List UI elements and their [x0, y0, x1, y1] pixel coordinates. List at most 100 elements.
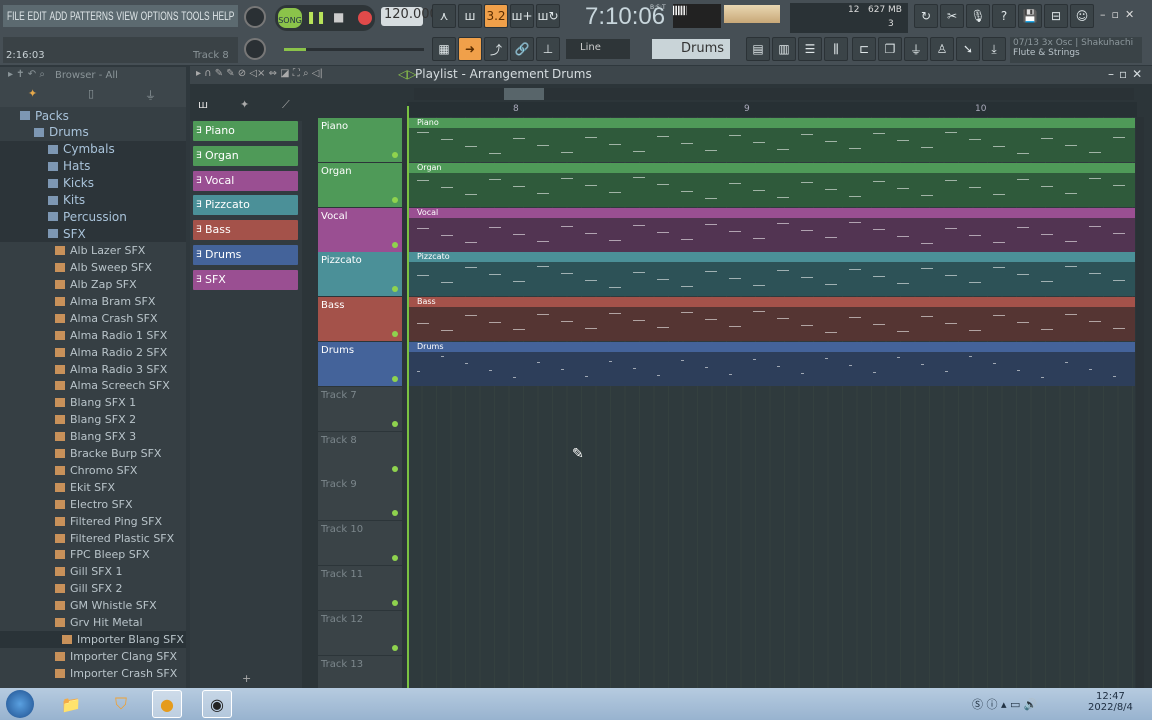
browser-item[interactable]: Chromo SFX — [0, 462, 186, 479]
pattern-clip[interactable]: Drums — [407, 342, 1135, 386]
plugin-db-icon[interactable]: ⏚ — [145, 87, 156, 103]
track-mute-led[interactable] — [392, 331, 398, 338]
piano-roll-mode-icon[interactable]: ш — [198, 98, 208, 111]
browser-item[interactable]: Electro SFX — [0, 496, 186, 513]
mixer-icon[interactable]: ⫼ — [824, 37, 848, 61]
tempo-field[interactable]: 120.000 — [381, 7, 438, 26]
playlist-icon[interactable]: ▤ — [746, 37, 770, 61]
obs-taskbar-icon[interactable]: ◉ — [202, 690, 232, 718]
browser-item[interactable]: Importer Clang SFX — [0, 648, 186, 665]
browser-item[interactable]: Blang SFX 2 — [0, 411, 186, 428]
track-header[interactable]: Bass — [318, 297, 402, 342]
pattern-clip[interactable]: Organ — [407, 162, 1135, 207]
stamp-icon[interactable]: ⊥ — [536, 37, 560, 61]
pattern-item[interactable]: Organ — [193, 145, 298, 166]
master-pitch-slider[interactable] — [284, 48, 424, 51]
browser-item[interactable]: Alb Sweep SFX — [0, 259, 186, 276]
browser-item[interactable]: Packs — [0, 107, 186, 124]
browser-item[interactable]: Alma Radio 1 SFX — [0, 327, 186, 344]
pattern-clip[interactable]: Bass — [407, 297, 1135, 342]
microphone-icon[interactable]: 🎙 — [966, 4, 990, 28]
browser-item[interactable]: Kits — [0, 191, 186, 209]
pattern-item[interactable]: Drums — [193, 245, 298, 265]
browser-item[interactable]: Filtered Plastic SFX — [0, 530, 186, 547]
all-icon[interactable]: ✦ — [28, 87, 37, 100]
browser-item[interactable]: SFX — [0, 225, 186, 243]
browser-item[interactable]: Filtered Ping SFX — [0, 513, 186, 530]
files-icon[interactable]: ▯ — [88, 87, 94, 100]
chat-icon[interactable]: ☺ — [1070, 4, 1094, 28]
snap-select[interactable]: Line — [566, 39, 630, 59]
playlist-tools[interactable]: ▸ ∩ ✎ ✎ ⊘ ◁× ⇔ ◪ ⛶ ⌕ ◁| — [196, 68, 323, 79]
browser-item[interactable]: Importer Crash SFX — [0, 665, 186, 682]
track-header[interactable]: Piano — [318, 118, 402, 162]
track-header[interactable]: Track 10 — [318, 521, 402, 566]
app-shield-icon[interactable]: ⛉ — [106, 690, 136, 718]
master-volume-knob[interactable] — [244, 6, 266, 28]
add-pattern-icon[interactable]: + — [242, 672, 251, 685]
track-mute-led[interactable] — [392, 196, 398, 203]
track-header[interactable]: Vocal — [318, 207, 402, 252]
browser-item[interactable]: Kicks — [0, 174, 186, 192]
wait-input-icon[interactable]: ш — [458, 4, 482, 28]
browser-item[interactable]: GM Whistle SFX — [0, 597, 186, 614]
browser-item[interactable]: Cymbals — [0, 140, 186, 158]
window-controls[interactable]: –▫✕ — [1100, 8, 1140, 21]
pattern-item[interactable]: Pizzcato — [193, 195, 298, 216]
audio-mode-icon[interactable]: ✦ — [240, 98, 249, 111]
pattern-clip[interactable]: Piano — [407, 118, 1135, 162]
browser-title[interactable]: Browser - All — [55, 70, 118, 81]
track-header[interactable]: Organ — [318, 162, 402, 207]
touch-icon[interactable]: ➘ — [956, 37, 980, 61]
pattern-clip[interactable]: Pizzcato — [407, 252, 1135, 297]
clipboard-icon[interactable]: ❐ — [878, 37, 902, 61]
menu-help[interactable]: HELP — [212, 9, 234, 23]
menu-edit[interactable]: EDIT — [28, 9, 47, 23]
track-mute-led[interactable] — [392, 286, 398, 293]
track-header[interactable]: Track 7 — [318, 386, 402, 431]
plugin-icon[interactable]: ⏚ — [904, 37, 928, 61]
menu-add[interactable]: ADD — [49, 9, 67, 23]
browser-item[interactable]: Blang SFX 1 — [0, 394, 186, 411]
browser-item[interactable]: Alb Zap SFX — [0, 276, 186, 293]
browser-item[interactable]: Gill SFX 1 — [0, 563, 186, 580]
browser-item[interactable]: Bracke Burp SFX — [0, 445, 186, 462]
browser-nav-icons[interactable]: ▸ ✝ ↶ ⌕ — [8, 69, 45, 80]
browser-item[interactable]: Alma Radio 3 SFX — [0, 361, 186, 378]
browser-item[interactable]: Alma Screech SFX — [0, 377, 186, 394]
menu-view[interactable]: VIEW — [116, 9, 137, 23]
metronome-icon[interactable]: ⋏ — [432, 4, 456, 28]
fl-studio-taskbar-icon[interactable]: ● — [152, 690, 182, 718]
master-pitch-knob[interactable] — [244, 38, 266, 60]
timeline-ruler[interactable]: 8 9 10 — [407, 102, 1137, 117]
pattern-selector[interactable]: Drums — [652, 39, 730, 59]
track-mute-led[interactable] — [392, 555, 398, 562]
countdown-icon[interactable]: 3.2 — [484, 4, 508, 28]
clock[interactable]: 12:47 2022/8/4 — [1088, 691, 1133, 713]
browser-item[interactable]: Alma Crash SFX — [0, 310, 186, 327]
browser-item[interactable]: Hats — [0, 157, 186, 175]
pattern-item[interactable]: Piano — [193, 121, 298, 141]
tray-icons[interactable]: Ⓢ ⓘ ▴ ▭ 🔊 — [972, 696, 1038, 712]
browser-item[interactable]: Drums — [0, 124, 186, 141]
pause-icon[interactable]: ❚❚ — [306, 10, 326, 24]
track-mute-led[interactable] — [392, 152, 398, 158]
pattern-item[interactable]: SFX — [193, 269, 298, 290]
playhead[interactable] — [407, 106, 409, 688]
browser-item[interactable]: Gill SFX 2 — [0, 580, 186, 597]
browser-item[interactable]: Ekit SFX — [0, 479, 186, 496]
performance-icon[interactable]: ♙ — [930, 37, 954, 61]
pattern-clip[interactable]: Vocal — [407, 207, 1135, 252]
file-explorer-icon[interactable]: 📁 — [56, 690, 86, 718]
track-mute-led[interactable] — [392, 600, 398, 606]
browser-item[interactable]: Blang SFX 3 — [0, 428, 186, 445]
menu-options[interactable]: OPTIONS — [141, 9, 179, 23]
save-icon[interactable]: 💾 — [1018, 4, 1042, 28]
automation-mode-icon[interactable]: ⟋ — [282, 98, 290, 112]
stop-icon[interactable]: ■ — [333, 10, 344, 24]
pattern-item[interactable]: Vocal — [193, 170, 298, 191]
browser-item[interactable]: Alb Lazer SFX — [0, 242, 186, 259]
link-icon[interactable]: 🔗 — [510, 37, 534, 61]
browser-icon[interactable]: ⊏ — [852, 37, 876, 61]
horizontal-scrollbar[interactable] — [414, 88, 1134, 100]
